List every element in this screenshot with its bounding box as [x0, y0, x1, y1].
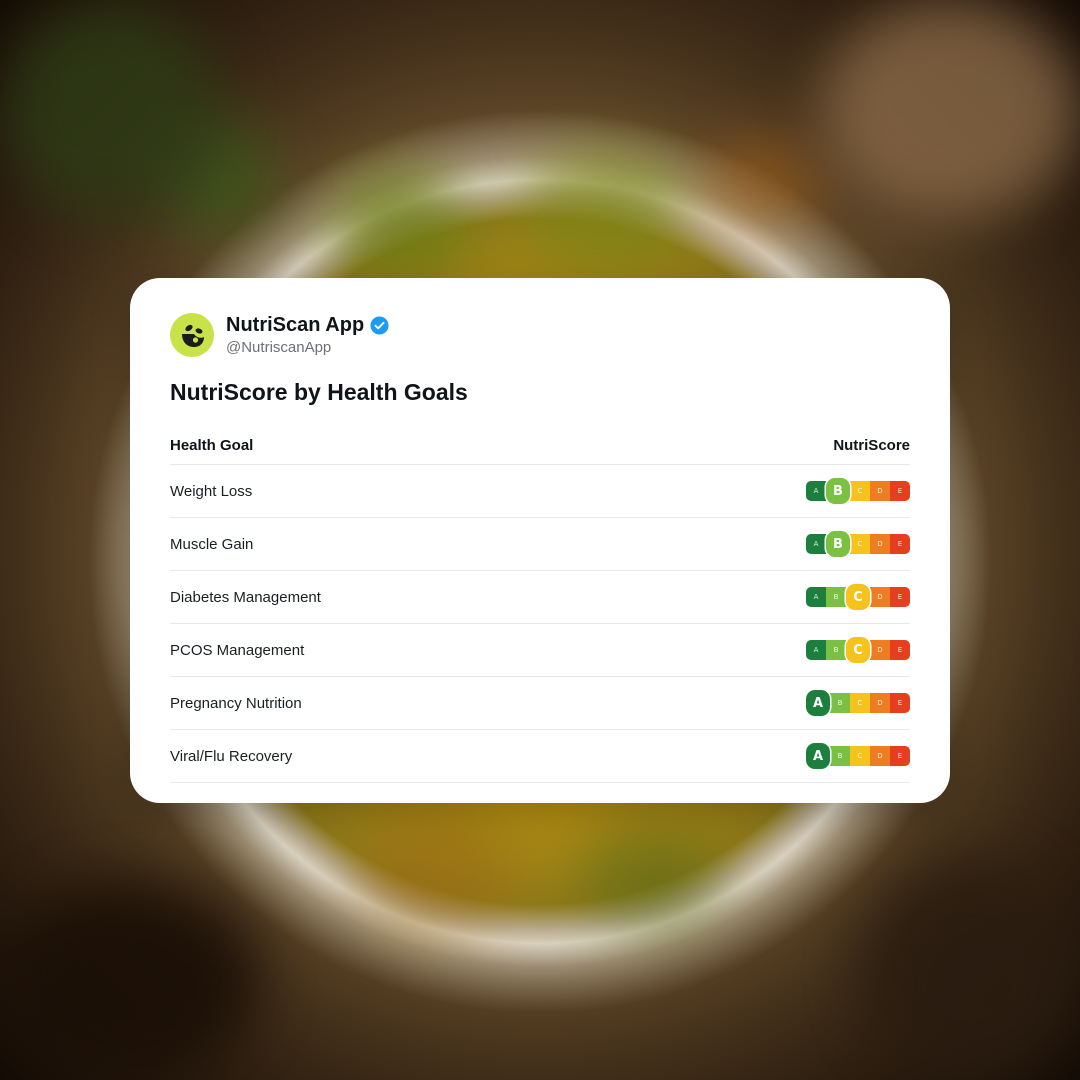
nutriscore-badge: ABCDE — [806, 584, 910, 610]
nutriscore-badge: ABCDE — [806, 531, 910, 557]
nutriscore-badge: ABCDE — [806, 743, 910, 769]
health-goal-label: Weight Loss — [170, 482, 253, 500]
nutriscore-grade-a: A — [806, 690, 830, 716]
nutriscore-grade-d: D — [870, 693, 890, 713]
nutriscore-grade-c: C — [846, 637, 870, 663]
nutriscore-grade-c: C — [846, 584, 870, 610]
post-header: NutriScan App @NutriscanApp — [170, 312, 910, 358]
nutriscore-grade-c: C — [850, 693, 870, 713]
nutriscore-badge: ABCDE — [806, 690, 910, 716]
nutriscore-grade-e: E — [890, 587, 910, 607]
nutriscore-grade-c: C — [850, 746, 870, 766]
nutriscore-grade-b: B — [826, 587, 846, 607]
nutriscan-logo-icon[interactable] — [170, 313, 214, 357]
nutriscore-grade-e: E — [890, 481, 910, 501]
account-display-name[interactable]: NutriScan App — [226, 313, 364, 337]
account-handle[interactable]: @NutriscanApp — [226, 338, 389, 357]
post-title: NutriScore by Health Goals — [170, 379, 468, 405]
table-header: Health Goal NutriScore — [170, 426, 910, 465]
nutriscore-grade-a: A — [806, 640, 826, 660]
nutriscore-grade-e: E — [890, 746, 910, 766]
nutriscore-grade-d: D — [870, 534, 890, 554]
nutriscore-grade-b: B — [826, 531, 850, 557]
nutriscore-grade-d: D — [870, 587, 890, 607]
nutriscore-badge: ABCDE — [806, 637, 910, 663]
nutriscore-grade-a: A — [806, 481, 826, 501]
verified-badge-icon — [370, 315, 389, 335]
nutriscore-grade-b: B — [826, 640, 846, 660]
nutriscore-grade-e: E — [890, 693, 910, 713]
nutriscore-grade-a: A — [806, 534, 826, 554]
table-row: Diabetes Management ABCDE — [170, 571, 910, 624]
health-goal-label: Diabetes Management — [170, 588, 321, 606]
nutriscore-table: Health Goal NutriScore Weight Loss ABCDE… — [170, 426, 910, 783]
table-row: Muscle Gain ABCDE — [170, 518, 910, 571]
nutriscore-grade-c: C — [850, 534, 870, 554]
nutriscore-grade-e: E — [890, 534, 910, 554]
nutriscore-grade-c: C — [850, 481, 870, 501]
health-goal-label: Muscle Gain — [170, 535, 254, 553]
health-goal-label: Pregnancy Nutrition — [170, 694, 302, 712]
health-goal-label: Viral/Flu Recovery — [170, 747, 293, 765]
nutriscore-grade-d: D — [870, 746, 890, 766]
table-row: PCOS Management ABCDE — [170, 624, 910, 677]
table-row: Pregnancy Nutrition ABCDE — [170, 677, 910, 730]
nutriscore-grade-e: E — [890, 640, 910, 660]
nutriscore-grade-d: D — [870, 640, 890, 660]
nutriscore-grade-a: A — [806, 587, 826, 607]
post-card: NutriScan App @NutriscanApp NutriScore b… — [130, 278, 950, 803]
table-row: Weight Loss ABCDE — [170, 465, 910, 518]
health-goal-label: PCOS Management — [170, 641, 305, 659]
nutriscore-grade-a: A — [806, 743, 830, 769]
column-header-nutriscore: NutriScore — [833, 436, 910, 454]
nutriscore-grade-b: B — [830, 693, 850, 713]
column-header-health-goal: Health Goal — [170, 436, 254, 454]
table-row: Viral/Flu Recovery ABCDE — [170, 730, 910, 783]
nutriscore-grade-b: B — [830, 746, 850, 766]
nutriscore-grade-d: D — [870, 481, 890, 501]
nutriscore-badge: ABCDE — [806, 478, 910, 504]
nutriscore-grade-b: B — [826, 478, 850, 504]
